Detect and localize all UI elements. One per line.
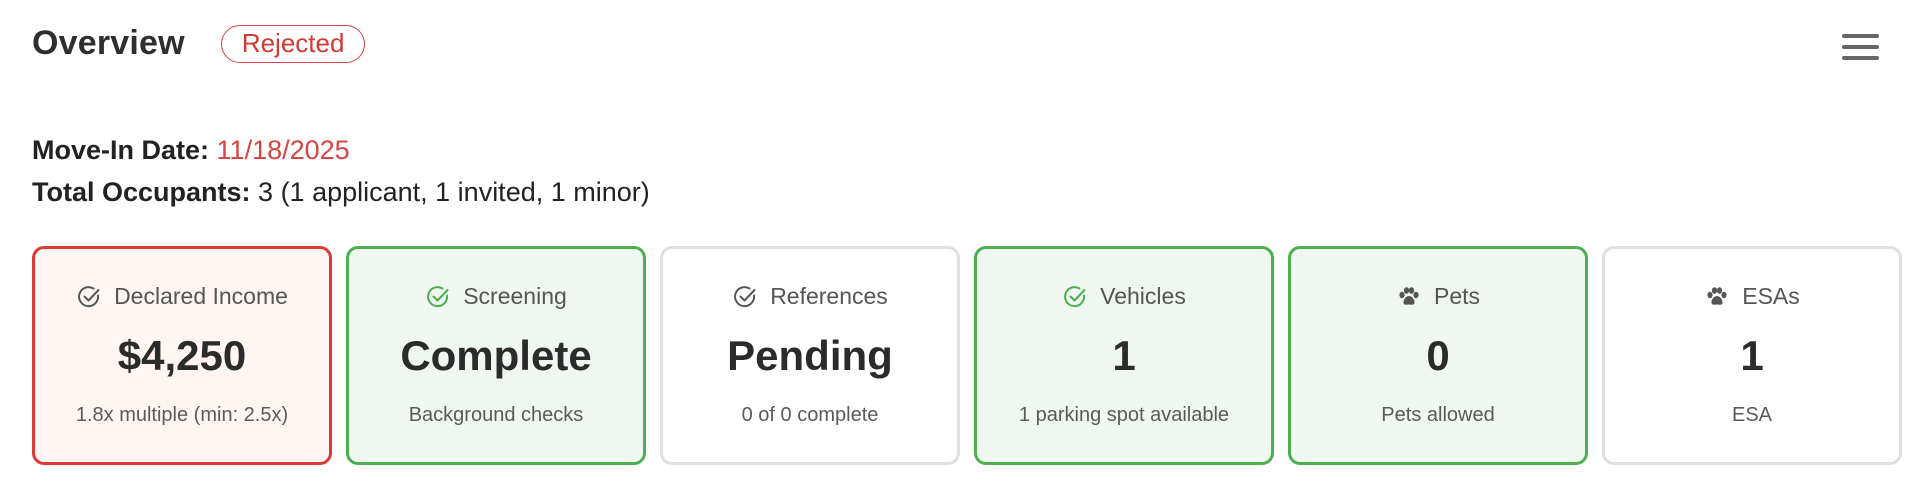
occupants-row: Total Occupants: 3 (1 applicant, 1 invit… — [32, 171, 650, 213]
occupants-value: 3 (1 applicant, 1 invited, 1 minor) — [258, 177, 650, 207]
card-value: 1 — [1112, 332, 1136, 379]
card-value: 0 — [1426, 332, 1450, 379]
card-header: References — [732, 283, 888, 310]
card-title: Screening — [463, 283, 567, 309]
card-subtitle: 1 parking spot available — [1018, 404, 1230, 426]
move-in-label: Move-In Date: — [32, 135, 210, 165]
card-subtitle: 0 of 0 complete — [741, 404, 879, 426]
card-title: References — [770, 283, 888, 309]
application-info: Move-In Date: 11/18/2025 Total Occupants… — [32, 129, 650, 213]
status-badge: Rejected — [220, 24, 366, 63]
menu-icon[interactable] — [1842, 32, 1882, 62]
card-pets[interactable]: Pets 0 Pets allowed — [1288, 246, 1588, 465]
check-circle-icon — [732, 284, 758, 310]
card-header: Vehicles — [1062, 283, 1186, 310]
card-value: 1 — [1740, 332, 1764, 379]
card-esas[interactable]: ESAs 1 ESA — [1602, 246, 1902, 465]
card-header: ESAs — [1704, 283, 1800, 310]
card-screening[interactable]: Screening Complete Background checks — [346, 246, 646, 465]
card-header: Screening — [425, 283, 567, 310]
page-title: Overview — [32, 24, 185, 62]
card-title: Vehicles — [1100, 283, 1186, 309]
card-subtitle: 1.8x multiple (min: 2.5x) — [75, 404, 289, 426]
card-value: Pending — [727, 332, 893, 379]
card-references[interactable]: References Pending 0 of 0 complete — [660, 246, 960, 465]
card-subtitle: Background checks — [408, 404, 584, 426]
card-title: ESAs — [1742, 283, 1800, 309]
summary-cards: Declared Income $4,250 1.8x multiple (mi… — [32, 246, 1902, 465]
header: Overview Rejected — [32, 24, 366, 63]
menu-icon-line — [1842, 56, 1879, 60]
card-subtitle: ESA — [1731, 404, 1773, 426]
card-value: Complete — [400, 332, 592, 379]
menu-icon-line — [1842, 34, 1879, 38]
card-value: $4,250 — [117, 332, 247, 379]
card-declared-income[interactable]: Declared Income $4,250 1.8x multiple (mi… — [32, 246, 332, 465]
move-in-row: Move-In Date: 11/18/2025 — [32, 129, 650, 171]
card-subtitle: Pets allowed — [1381, 404, 1495, 426]
overview-page: Overview Rejected Move-In Date: 11/18/20… — [0, 0, 1920, 481]
paw-icon — [1396, 284, 1422, 310]
card-header: Pets — [1396, 283, 1480, 310]
card-title: Declared Income — [114, 283, 288, 309]
card-header: Declared Income — [76, 283, 288, 310]
occupants-label: Total Occupants: — [32, 177, 251, 207]
card-title: Pets — [1433, 283, 1481, 309]
move-in-date: 11/18/2025 — [216, 135, 350, 165]
check-circle-icon — [1062, 284, 1088, 310]
check-circle-icon — [425, 284, 451, 310]
menu-icon-line — [1842, 45, 1879, 49]
check-circle-icon — [76, 284, 102, 310]
card-vehicles[interactable]: Vehicles 1 1 parking spot available — [974, 246, 1274, 465]
paw-icon — [1704, 284, 1730, 310]
